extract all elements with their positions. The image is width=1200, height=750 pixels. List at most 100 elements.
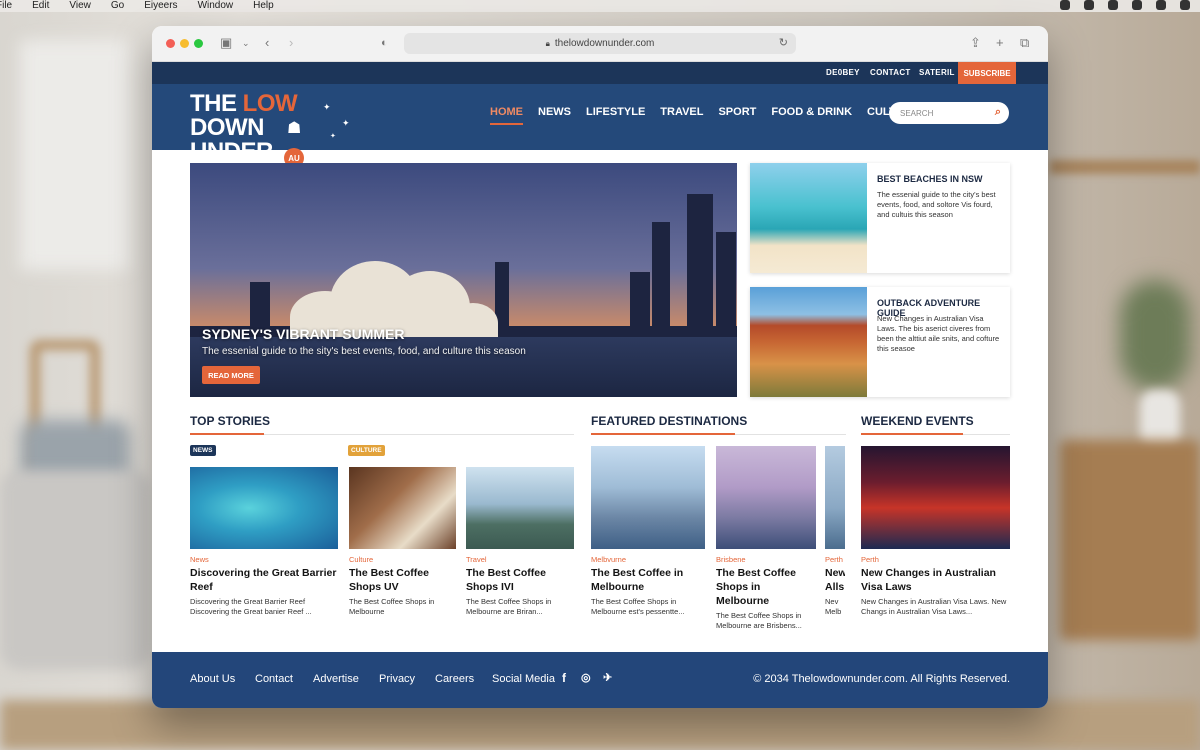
menu-file[interactable]: File [0, 0, 12, 12]
card-category: Brisbene [716, 555, 746, 564]
shield-icon[interactable]: ◐ [381, 37, 388, 49]
minimize-window-button[interactable] [180, 39, 189, 48]
card-category: Culture [349, 555, 374, 564]
forward-icon[interactable]: › [289, 35, 293, 50]
menu-eiyeers[interactable]: Eiyeers [144, 0, 177, 12]
culture-badge: CULTURE [348, 445, 385, 456]
destination-card[interactable]: Brisbene The Best Coffee Shops in Melbou… [716, 446, 816, 631]
card-title[interactable]: New Alls [825, 566, 845, 594]
tray-icon[interactable] [1060, 0, 1070, 10]
reload-icon[interactable]: ↻ [779, 36, 788, 49]
destination-card[interactable]: Melbvurne The Best Coffee in Melbourne T… [591, 446, 705, 617]
coffee-image [349, 467, 456, 549]
share-icon[interactable]: ⇪ [970, 35, 981, 51]
nav-travel[interactable]: TRAVEL [660, 106, 703, 125]
browser-window: ▣ ⌄ ‹ › ◐ 🔒︎ thelowdownunder.com ↻ ⇪ + ⧉… [152, 26, 1048, 708]
tray-icon[interactable] [1084, 0, 1094, 10]
perth-city-image [825, 446, 845, 549]
battery-icon[interactable] [1108, 0, 1118, 10]
facebook-icon[interactable]: f [562, 671, 566, 685]
read-more-button[interactable]: READ MORE [202, 366, 260, 384]
event-card[interactable]: Perth New Changes in Australian Visa Law… [861, 446, 1010, 617]
masthead: THE LOW DOWN UNDER ✦ ✦ ✦ ✦ ☗ AU HOME NEW… [152, 84, 1048, 168]
brisbane-city-image [716, 446, 816, 549]
destination-card[interactable]: Perth New Alls Nev Melb [825, 446, 845, 617]
wifi-icon[interactable] [1132, 0, 1142, 10]
twitter-icon[interactable]: ✈ [603, 671, 612, 684]
new-tab-icon[interactable]: + [996, 35, 1004, 50]
nav-food-drink[interactable]: FOOD & DRINK [771, 106, 852, 125]
website: DE0BEY CONTACT SATERIL SUBSCRIBE THE LOW… [152, 62, 1048, 168]
star-icon: ✦ [330, 133, 336, 140]
card-desc: Nev Melb [825, 597, 842, 616]
menu-help[interactable]: Help [253, 0, 274, 12]
side-card-desc: New Changes in Australian Visa Laws. The… [877, 314, 1000, 353]
side-card-desc: The essenial guide to the city's best ev… [877, 190, 996, 219]
hero-subtitle: The essenial guide to the sity's best ev… [202, 346, 526, 357]
outback-image [750, 287, 867, 397]
address-bar[interactable]: 🔒︎ thelowdownunder.com ↻ [404, 33, 796, 54]
side-card-title[interactable]: BEST BEACHES IN NSW [877, 174, 983, 184]
story-card[interactable]: News Discovering the Great Barrier Reef … [190, 467, 338, 617]
star-icon: ✦ [342, 118, 350, 128]
card-desc: The Best Coffee Shops in Melbourne are B… [466, 597, 552, 616]
instagram-icon[interactable]: ◎ [581, 671, 591, 684]
australia-map-icon: ☗ [287, 120, 302, 137]
card-desc: New Changes in Australian Visa Laws. New… [861, 597, 1007, 616]
side-card[interactable]: BEST BEACHES IN NSW The essenial guide t… [750, 163, 1010, 273]
story-card[interactable]: Culture The Best Coffee Shops UV The Bes… [349, 467, 456, 617]
beach-image [750, 163, 867, 273]
background-plant [1120, 280, 1190, 390]
zoom-window-button[interactable] [194, 39, 203, 48]
card-title[interactable]: Discovering the Great Barrier Reef [190, 566, 338, 594]
nav-home[interactable]: HOME [490, 106, 523, 125]
browser-toolbar: ▣ ⌄ ‹ › ◐ 🔒︎ thelowdownunder.com ↻ ⇪ + ⧉ [152, 26, 1048, 62]
nav-news[interactable]: NEWS [538, 106, 571, 125]
search-icon[interactable]: ⌕ [995, 106, 1001, 119]
card-title[interactable]: The Best Coffee in Melbourne [591, 566, 705, 594]
menu-view[interactable]: View [69, 0, 91, 12]
footer-link-social[interactable]: Social Media [492, 673, 555, 685]
card-title[interactable]: The Best Coffee Shops IVI [466, 566, 574, 594]
nav-lifestyle[interactable]: LIFESTYLE [586, 106, 645, 125]
nav-sport[interactable]: SPORT [718, 106, 756, 125]
user-icon[interactable] [1180, 0, 1190, 10]
hero-title[interactable]: SYDNEY'S VIBRANT SUMMER [202, 326, 404, 342]
menu-window[interactable]: Window [198, 0, 234, 12]
card-title[interactable]: The Best Coffee Shops UV [349, 566, 456, 594]
site-logo[interactable]: THE LOW DOWN UNDER ✦ ✦ ✦ ✦ ☗ AU [190, 70, 360, 168]
logo-text: THE [190, 90, 243, 117]
section-rule [591, 433, 846, 435]
card-category: News [190, 555, 209, 564]
card-category: Travel [466, 555, 487, 564]
menu-go[interactable]: Go [111, 0, 124, 12]
footer-link-careers[interactable]: Careers [435, 673, 474, 685]
back-icon[interactable]: ‹ [265, 35, 269, 50]
card-title[interactable]: New Changes in Australian Visa Laws [861, 566, 1010, 594]
footer-link-advertise[interactable]: Advertise [313, 673, 359, 685]
sidebar-icon[interactable]: ▣ [220, 35, 232, 51]
search-input[interactable]: SEARCH ⌕ [889, 102, 1009, 124]
story-card[interactable]: Travel The Best Coffee Shops IVI The Bes… [466, 467, 574, 617]
menu-edit[interactable]: Edit [32, 0, 49, 12]
tabs-icon[interactable]: ⧉ [1020, 35, 1029, 51]
logo-text: DOWN [190, 114, 264, 141]
side-card[interactable]: OUTBACK ADVENTURE GUIDE New Changes in A… [750, 287, 1010, 397]
top-link[interactable]: SATERIL [919, 68, 955, 77]
control-center-icon[interactable] [1156, 0, 1166, 10]
close-window-button[interactable] [166, 39, 175, 48]
subscribe-button[interactable]: SUBSCRIBE [958, 62, 1016, 84]
main-nav: HOME NEWS LIFESTYLE TRAVEL SPORT FOOD & … [490, 106, 919, 125]
chevron-down-icon[interactable]: ⌄ [242, 38, 250, 49]
footer-link-about[interactable]: About Us [190, 673, 235, 685]
url-text: thelowdownunder.com [554, 38, 655, 49]
footer-link-contact[interactable]: Contact [255, 673, 293, 685]
footer-link-privacy[interactable]: Privacy [379, 673, 415, 685]
melbourne-image [466, 467, 574, 549]
card-title[interactable]: The Best Coffee Shops in Melbourne [716, 566, 816, 608]
top-link-contact[interactable]: CONTACT [870, 68, 911, 77]
logo-text: UNDER [190, 138, 273, 165]
top-link[interactable]: DE0BEY [826, 68, 860, 77]
hero-feature[interactable]: SYDNEY'S VIBRANT SUMMER The essenial gui… [190, 163, 737, 397]
menu-bar: File Edit View Go Eiyeers Window Help [0, 0, 1200, 12]
